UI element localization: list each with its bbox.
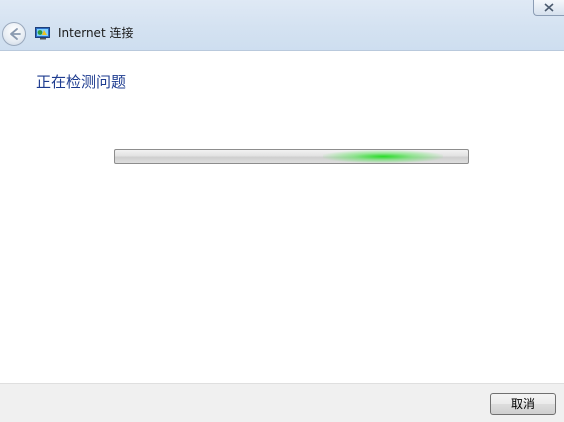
progress-bar — [114, 149, 469, 164]
title-bar: Internet 连接 — [0, 0, 564, 51]
close-icon — [544, 3, 554, 12]
network-diagnostics-icon — [35, 27, 50, 40]
footer-bar — [0, 383, 564, 422]
progress-glow — [323, 150, 443, 163]
back-button[interactable] — [2, 22, 26, 46]
cancel-button[interactable]: 取消 — [490, 393, 556, 415]
window-title: Internet 连接 — [58, 26, 134, 40]
page-heading: 正在检测问题 — [36, 73, 127, 91]
back-arrow-icon — [10, 28, 21, 40]
close-button[interactable] — [533, 0, 564, 16]
